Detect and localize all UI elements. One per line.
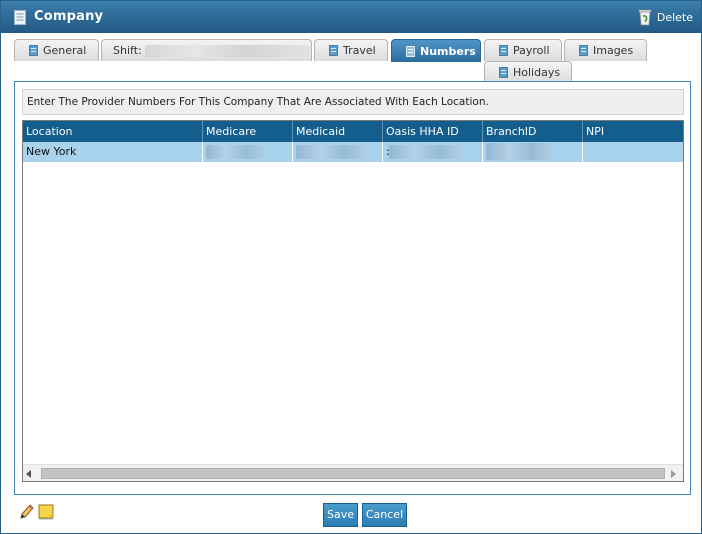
column-header-npi[interactable]: NPI: [583, 121, 683, 142]
cell-medicare[interactable]: [203, 142, 293, 162]
redacted-value: [389, 145, 461, 159]
tab-travel[interactable]: Travel: [314, 39, 388, 61]
sticky-note-icon[interactable]: [38, 504, 55, 520]
redacted-value: [296, 145, 366, 159]
page-icon: [499, 67, 508, 78]
delete-button[interactable]: Delete: [637, 8, 693, 26]
instruction-text: Enter The Provider Numbers For This Comp…: [22, 89, 684, 115]
tab-holidays[interactable]: Holidays: [484, 61, 572, 83]
pencil-icon[interactable]: [20, 504, 34, 519]
cell-location: New York: [23, 142, 203, 162]
cell-npi[interactable]: [583, 142, 683, 162]
delete-label: Delete: [656, 10, 693, 24]
cell-branch-id[interactable]: [483, 142, 583, 162]
page-icon: [406, 45, 415, 57]
tab-label: Shift:: [113, 44, 142, 57]
tab-shift[interactable]: Shift:: [101, 39, 312, 61]
cell-medicaid[interactable]: [293, 142, 383, 162]
table-row[interactable]: New York :: [23, 142, 683, 162]
document-icon: [14, 10, 26, 25]
page-icon: [329, 45, 338, 56]
page-icon: [579, 45, 588, 56]
tab-label: Images: [593, 44, 634, 57]
provider-numbers-grid: Location Medicare Medicaid Oasis HHA ID …: [22, 120, 684, 482]
save-button[interactable]: Save: [323, 503, 358, 527]
cancel-button[interactable]: Cancel: [362, 503, 407, 527]
tab-label: Holidays: [513, 66, 561, 79]
redacted-value: [486, 143, 552, 160]
cell-oasis-hha-id[interactable]: :: [383, 142, 483, 162]
redacted-value: [144, 44, 310, 57]
company-dialog: Company Delete General Shift: Travel Num…: [0, 0, 702, 534]
tab-general[interactable]: General: [14, 39, 99, 61]
scroll-right-icon[interactable]: [671, 470, 676, 478]
tab-label: General: [43, 44, 87, 57]
column-header-medicaid[interactable]: Medicaid: [293, 121, 383, 142]
tab-images[interactable]: Images: [564, 39, 647, 61]
title-bar: Company Delete: [1, 1, 701, 33]
tab-payroll[interactable]: Payroll: [484, 39, 562, 61]
grid-header: Location Medicare Medicaid Oasis HHA ID …: [23, 121, 683, 142]
page-icon: [499, 45, 508, 56]
tab-label: Numbers: [420, 44, 476, 58]
column-header-medicare[interactable]: Medicare: [203, 121, 293, 142]
tab-label: Payroll: [513, 44, 550, 57]
page-icon: [29, 45, 38, 56]
scrollbar-thumb[interactable]: [41, 468, 665, 479]
column-header-location[interactable]: Location: [23, 121, 203, 142]
tab-label: Travel: [343, 44, 376, 57]
redacted-value: [206, 145, 264, 159]
column-header-branch-id[interactable]: BranchID: [483, 121, 583, 142]
horizontal-scrollbar[interactable]: [23, 464, 683, 481]
recycle-bin-icon: [638, 9, 652, 25]
scroll-left-icon[interactable]: [26, 470, 31, 478]
dialog-title: Company: [34, 9, 104, 24]
column-header-oasis-hha-id[interactable]: Oasis HHA ID: [383, 121, 483, 142]
tab-numbers[interactable]: Numbers: [391, 39, 481, 62]
